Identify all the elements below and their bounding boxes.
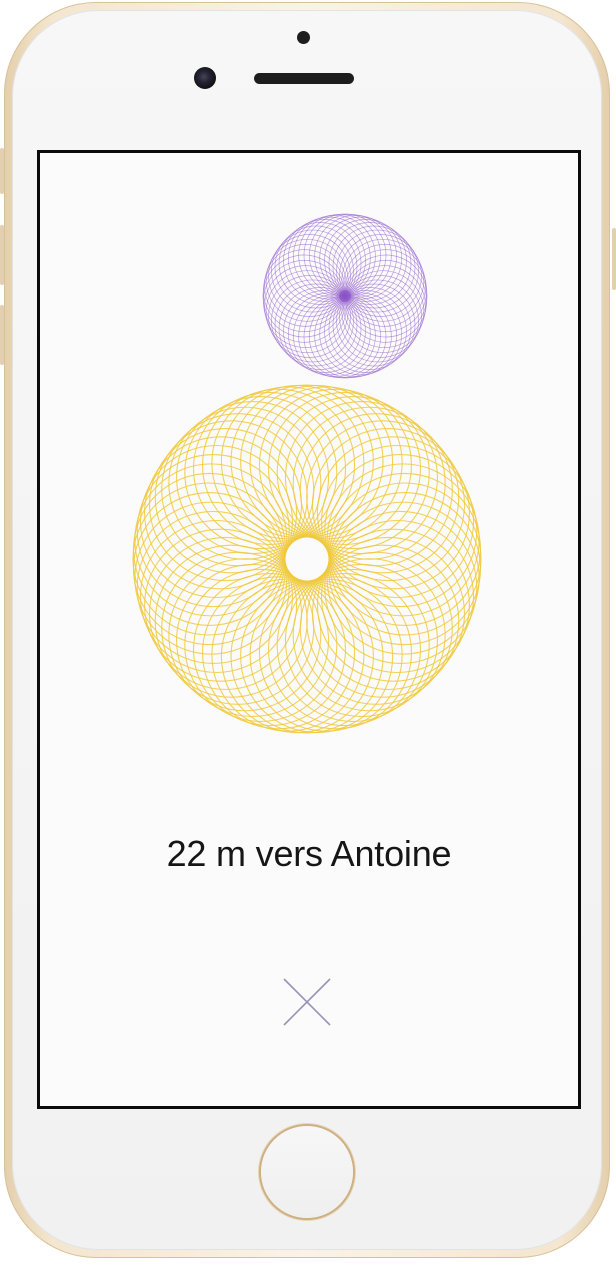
rings-canvas xyxy=(132,213,482,734)
proximity-sensor xyxy=(297,31,310,44)
front-camera-icon xyxy=(194,67,216,89)
volume-down-button xyxy=(0,305,4,365)
distance-label: 22 m vers Antoine xyxy=(166,833,452,874)
target-spirograph-icon xyxy=(262,213,428,379)
self-spirograph-icon xyxy=(132,384,482,734)
mute-switch xyxy=(0,148,4,194)
earpiece-speaker xyxy=(254,73,354,84)
power-button xyxy=(612,228,616,290)
app-screen: 22 m vers Antoine xyxy=(37,150,581,1109)
volume-up-button xyxy=(0,225,4,285)
x-close-icon[interactable] xyxy=(280,975,334,1029)
home-button[interactable] xyxy=(261,1126,353,1218)
